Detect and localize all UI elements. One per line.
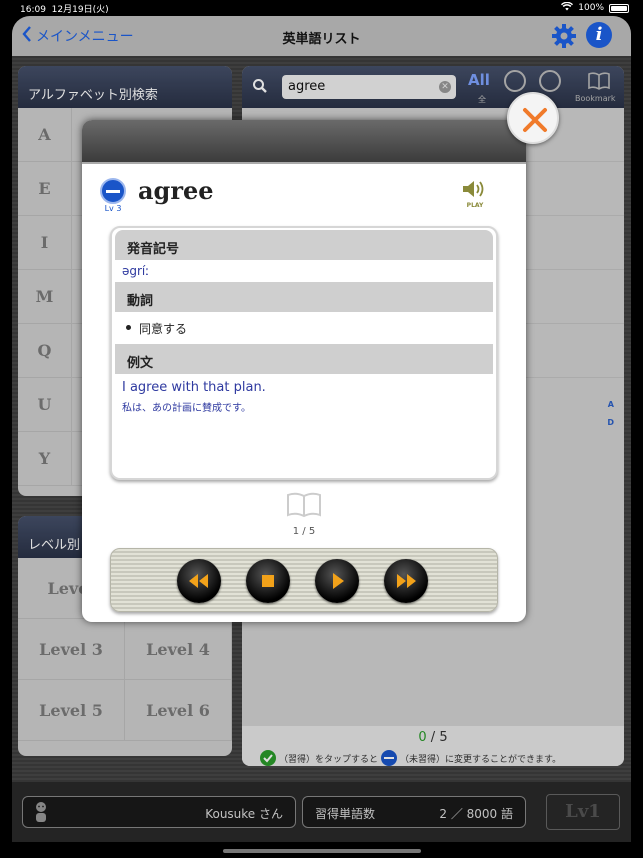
home-indicator: [223, 849, 421, 853]
close-button[interactable]: [507, 92, 559, 144]
page-indicator: 1 / 5: [292, 526, 316, 537]
battery-icon: [609, 3, 629, 13]
word-title: agree: [138, 176, 214, 205]
bullet: [126, 325, 131, 330]
status-bar: 16:09 12月19日(火) 100%: [0, 0, 643, 16]
navigation-bar: メインメニュー 英単語リスト i: [12, 16, 631, 56]
playback-controls: [110, 548, 498, 612]
info-icon[interactable]: i: [586, 22, 612, 48]
level-label: Lv 3: [104, 204, 122, 213]
status-date: 12月19日(火): [51, 4, 109, 15]
example-heading: 例文: [115, 344, 493, 374]
status-left: 16:09 12月19日(火): [20, 2, 109, 15]
book-icon[interactable]: [285, 492, 323, 518]
minus-icon[interactable]: [100, 178, 126, 204]
pronunciation: əgríː: [122, 264, 150, 278]
meaning-item: 同意する: [112, 312, 496, 344]
wifi-icon: [561, 1, 574, 14]
modal-header: [82, 120, 526, 164]
rewind-icon[interactable]: [177, 559, 221, 603]
play-icon[interactable]: [315, 559, 359, 603]
fast-forward-icon[interactable]: [384, 559, 428, 603]
example-japanese: 私は、あの計画に賛成です。: [122, 403, 251, 414]
part-of-speech-heading: 動詞: [115, 282, 493, 312]
meaning-text: 同意する: [139, 322, 188, 336]
status-time: 16:09: [20, 4, 46, 15]
stop-icon[interactable]: [246, 559, 290, 603]
word-detail-modal: Lv 3 agree PLAY 発音記号 əgríː 動詞 同意する 例文 I …: [82, 120, 526, 622]
status-right: 100%: [561, 1, 629, 14]
pronunciation-heading: 発音記号: [115, 230, 493, 260]
page-title: 英単語リスト: [282, 32, 361, 47]
play-label: PLAY: [466, 202, 484, 209]
example-english: I agree with that plan.: [122, 380, 266, 395]
speaker-icon[interactable]: [460, 178, 490, 200]
gear-icon[interactable]: [551, 23, 577, 49]
word-detail-card: 発音記号 əgríː 動詞 同意する 例文 I agree with that …: [110, 226, 498, 480]
battery-percent: 100%: [578, 3, 604, 13]
